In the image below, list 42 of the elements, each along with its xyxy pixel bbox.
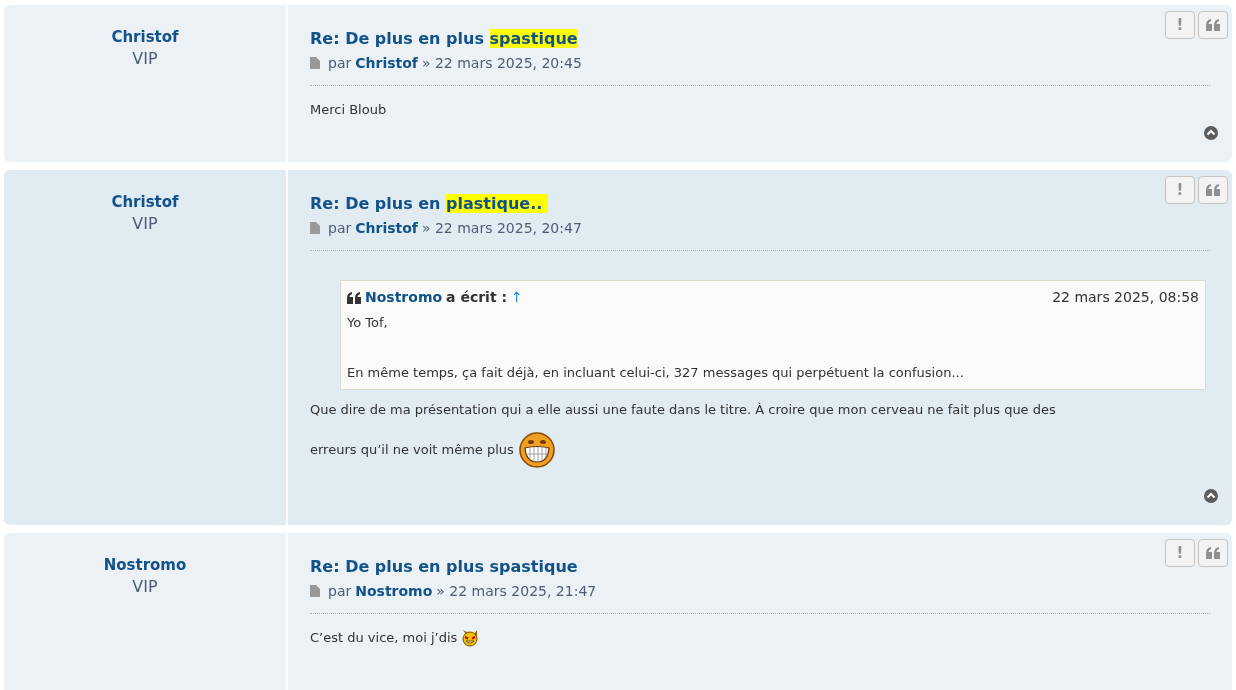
- file-icon: [310, 57, 320, 69]
- grinning-smiley-icon: [517, 431, 556, 469]
- post-author-prefix: par: [328, 54, 352, 73]
- quote-icon: [1206, 184, 1220, 196]
- back-to-top-icon[interactable]: [1204, 126, 1218, 140]
- post-date: » 22 mars 2025, 20:45: [421, 54, 582, 73]
- quote-icon: [1206, 547, 1220, 559]
- quote-wrote-label: a écrit :: [446, 288, 508, 307]
- devil-smiley-icon: [461, 629, 480, 647]
- back-to-top-icon[interactable]: [1204, 489, 1218, 503]
- post-author-prefix: par: [328, 582, 352, 601]
- post-author-prefix: par: [328, 219, 352, 238]
- post-text: C’est du vice, moi j’dis: [310, 629, 458, 647]
- quote-text: En même temps, ça fait déjà, en incluant celui-ci, 327 messages qui perpétuent la confusion...: [347, 364, 965, 382]
- post-text: Que dire de ma présentation qui a elle aussi une faute dans le titre. À croire que mon cerveau ne fait plus que des: [310, 401, 1056, 419]
- post-text: Merci Bloub: [310, 101, 387, 119]
- quote-date: 22 mars 2025, 08:58: [1052, 288, 1199, 307]
- quote-text: Yo Tof,: [347, 314, 389, 332]
- quote-icon: [347, 291, 361, 304]
- post-title[interactable]: Re: De plus en plastique..: [310, 192, 548, 216]
- username-link[interactable]: Christof: [111, 192, 179, 212]
- post-date: » 22 mars 2025, 21:47: [436, 582, 597, 601]
- post-date: » 22 mars 2025, 20:47: [421, 219, 582, 238]
- quote-author-link[interactable]: Nostromo: [365, 285, 443, 310]
- username-link[interactable]: Christof: [111, 27, 179, 47]
- quote-button[interactable]: [1198, 176, 1228, 204]
- user-rank: VIP: [132, 577, 158, 597]
- quote-icon: [1206, 19, 1220, 31]
- author-link[interactable]: Christof: [355, 218, 418, 238]
- author-link[interactable]: Christof: [355, 53, 418, 73]
- author-link[interactable]: Nostromo: [355, 581, 433, 601]
- user-rank: VIP: [132, 214, 158, 234]
- user-rank: VIP: [132, 49, 158, 69]
- jump-to-post-link[interactable]: ↑: [511, 285, 523, 310]
- post-text: erreurs qu’il ne voit même plus: [310, 441, 514, 459]
- quote-button[interactable]: [1198, 11, 1228, 39]
- post-title[interactable]: Re: De plus en plus spastique: [310, 555, 578, 579]
- username-link[interactable]: Nostromo: [103, 555, 187, 575]
- quote-button[interactable]: [1198, 539, 1228, 567]
- post-title[interactable]: Re: De plus en plus spastique: [310, 27, 578, 51]
- file-icon: [310, 222, 320, 234]
- file-icon: [310, 585, 320, 597]
